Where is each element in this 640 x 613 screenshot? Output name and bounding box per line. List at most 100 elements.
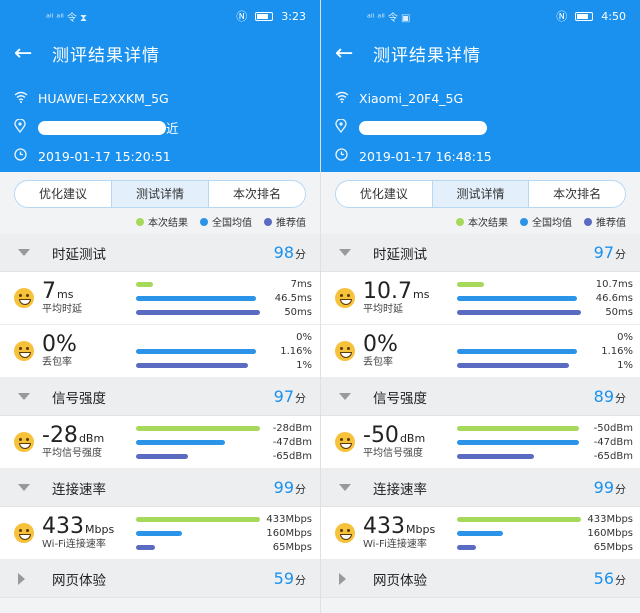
- expand-triangle-icon[interactable]: [18, 572, 25, 585]
- collapse-triangle-icon[interactable]: [339, 393, 351, 400]
- bar-value: 0%: [617, 331, 633, 343]
- legend-item: 本次结果: [136, 214, 188, 229]
- metric-bars: 433Mbps 160Mbps 65Mbps: [447, 514, 633, 553]
- tab-2[interactable]: 本次排名: [528, 181, 625, 207]
- bar-fill: [457, 309, 581, 315]
- location-row: 近: [14, 113, 306, 142]
- tab-0[interactable]: 优化建议: [15, 181, 111, 207]
- network-info: Xiaomi_20F4_5G 2019-01-17 16:48:15: [321, 74, 640, 171]
- metric-value-line: -50dBm: [363, 424, 447, 448]
- bar-value: -47dBm: [272, 436, 312, 448]
- section-name: 网页体验: [373, 572, 427, 589]
- bar-value: 1.16%: [280, 345, 312, 357]
- section-header[interactable]: 信号强度 97分: [0, 378, 320, 416]
- bar-row: 1%: [136, 360, 312, 371]
- back-arrow-icon[interactable]: ←: [14, 41, 42, 66]
- collapse-triangle-icon[interactable]: [339, 484, 351, 491]
- smiley-face-icon: [14, 432, 34, 452]
- score-unit: 分: [295, 483, 306, 496]
- section-header[interactable]: 时延测试 98分: [0, 234, 320, 272]
- tab-1[interactable]: 测试详情: [431, 181, 529, 207]
- legend-label: 本次结果: [468, 218, 508, 229]
- expand-triangle-icon[interactable]: [339, 572, 346, 585]
- datetime-text: 2019-01-17 15:20:51: [38, 149, 171, 164]
- metric-value-line: 10.7ms: [363, 280, 447, 304]
- legend-dot: [520, 217, 528, 226]
- bar-value: -50dBm: [593, 422, 633, 434]
- section-header[interactable]: 连接速率 99分: [321, 469, 640, 507]
- bar-fill: [136, 439, 226, 445]
- bar-row: -65dBm: [136, 451, 312, 462]
- bar-row: 1.16%: [136, 345, 312, 357]
- metric-unit: Mbps: [85, 523, 115, 536]
- bar-value: 46.6ms: [595, 292, 633, 304]
- metric-number: 0%: [42, 332, 77, 357]
- tab-bar: 优化建议 测试详情 本次排名: [14, 180, 306, 208]
- bar-fill: [457, 295, 578, 301]
- metric-row: 7ms 平均时延 7ms 46.5ms 50ms: [0, 272, 320, 325]
- collapse-triangle-icon[interactable]: [18, 484, 30, 491]
- tab-2[interactable]: 本次排名: [208, 181, 305, 207]
- score-value: 99: [593, 478, 614, 497]
- metric-row: 433Mbps Wi-Fi连接速率 433Mbps 160Mbps 65Mbps: [0, 507, 320, 560]
- bar-fill: [457, 530, 503, 536]
- bar-row: 160Mbps: [457, 528, 633, 539]
- tab-0[interactable]: 优化建议: [336, 181, 432, 207]
- metric-unit: Mbps: [406, 523, 436, 536]
- metric-row: 10.7ms 平均时延 10.7ms 46.6ms 50ms: [321, 272, 640, 325]
- status-bar: ᵃˡˡ ᵃˡˡ 令 ▣ Ⓝ 4:50: [321, 0, 640, 32]
- legend-label: 本次结果: [148, 218, 188, 229]
- bar-row: 50ms: [136, 307, 312, 318]
- metric-label: 丢包率: [363, 357, 393, 368]
- bar-fill: [457, 439, 579, 445]
- location-tail: 近: [166, 121, 179, 136]
- bar-track: [457, 295, 581, 301]
- datetime-row: 2019-01-17 16:48:15: [335, 142, 626, 171]
- bar-fill: [457, 348, 578, 354]
- bar-row: 7ms: [136, 279, 312, 290]
- bar-value: 1%: [617, 359, 633, 371]
- metric-row: -50dBm 平均信号强度 -50dBm -47dBm -65dBm: [321, 416, 640, 469]
- tab-1[interactable]: 测试详情: [111, 181, 208, 207]
- legend: 本次结果 全国均值 推荐值: [456, 214, 626, 229]
- signal-indicators: ᵃˡˡ ᵃˡˡ 令 ⧗: [46, 12, 88, 24]
- legend-item: 推荐值: [584, 214, 626, 229]
- bar-row: 1.16%: [457, 346, 633, 357]
- section-score: 97分: [274, 387, 306, 406]
- collapse-triangle-icon[interactable]: [339, 249, 351, 256]
- metric-value: 7ms 平均时延: [42, 280, 126, 316]
- section-header[interactable]: 网页体验 56分: [321, 560, 640, 598]
- legend-label: 推荐值: [276, 218, 306, 229]
- bar-fill: [457, 281, 485, 287]
- tab-bar: 优化建议 测试详情 本次排名: [335, 180, 626, 208]
- section-header[interactable]: 时延测试 97分: [321, 234, 640, 272]
- back-arrow-icon[interactable]: ←: [335, 41, 363, 66]
- metric-bars: 7ms 46.5ms 50ms: [126, 279, 312, 318]
- collapse-triangle-icon[interactable]: [18, 393, 30, 400]
- bar-track: [136, 516, 260, 522]
- metric-number: 0%: [363, 332, 398, 357]
- redacted-location: [359, 120, 487, 135]
- section-name: 时延测试: [52, 246, 106, 263]
- datetime-text: 2019-01-17 16:48:15: [359, 149, 492, 164]
- metric-bars: 10.7ms 46.6ms 50ms: [447, 279, 633, 318]
- legend-dot: [200, 217, 208, 226]
- metric-label: 丢包率: [42, 357, 72, 368]
- collapse-triangle-icon[interactable]: [18, 249, 30, 256]
- section-score: 59分: [274, 569, 306, 588]
- status-time: 3:23: [281, 9, 306, 23]
- section-name: 连接速率: [52, 481, 106, 498]
- status-right: Ⓝ 4:50: [556, 8, 626, 24]
- redacted-location: [38, 120, 166, 135]
- section-header[interactable]: 连接速率 99分: [0, 469, 320, 507]
- section-header[interactable]: 网页体验 59分: [0, 560, 320, 598]
- bar-fill: [457, 453, 534, 459]
- wifi-icon: [335, 91, 359, 107]
- bar-track: [136, 530, 260, 536]
- section-header[interactable]: 信号强度 89分: [321, 378, 640, 416]
- title-bar: ← 测评结果详情: [0, 32, 320, 74]
- metric-row: -28dBm 平均信号强度 -28dBm -47dBm -65dBm: [0, 416, 320, 469]
- metric-unit: dBm: [399, 432, 426, 445]
- bar-value: -28dBm: [272, 422, 312, 434]
- smiley-face-icon: [14, 288, 34, 308]
